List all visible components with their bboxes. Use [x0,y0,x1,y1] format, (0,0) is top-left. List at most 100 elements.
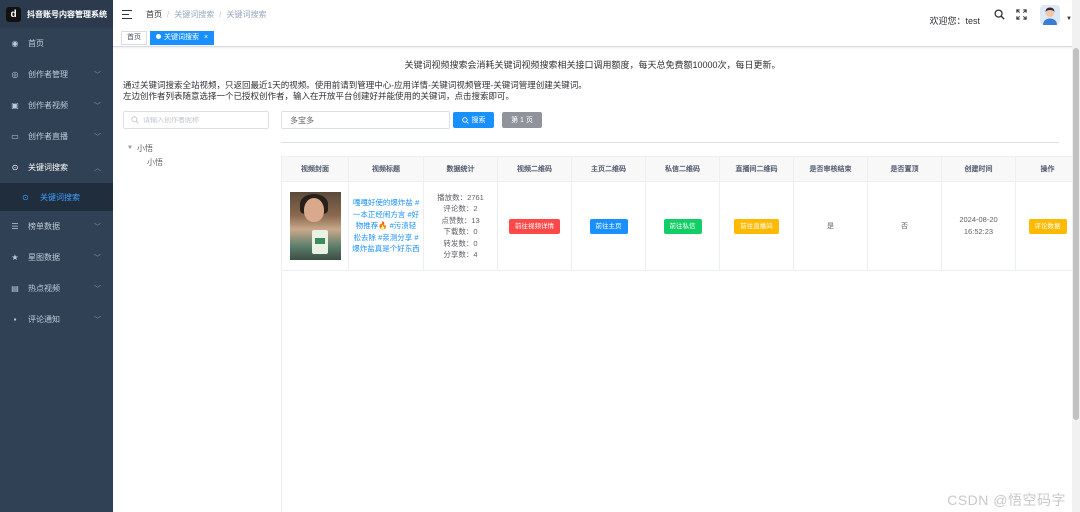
column-header: 数据统计 [423,156,498,182]
column-header: 是否置顶 [867,156,942,182]
breadcrumb-separator: / [219,10,222,19]
share-count: 分享数：4 [443,250,478,259]
chevron-down-icon: ﹀ [94,102,101,110]
live-room-button[interactable]: 前往直播间 [734,218,779,234]
sidebar-item-label: 创作者视频 [28,101,68,110]
play-count: 播放数：2761 [437,192,484,202]
forward-count: 转发数：0 [443,238,478,248]
video-detail-button[interactable]: 前往视频详情 [509,218,560,234]
sidebar-subitem-keyword-search[interactable]: ⊙ 关键词搜索 [0,183,113,211]
keyword-input[interactable] [281,111,450,129]
author-search-field[interactable] [123,111,269,129]
main-content: 关键词视频搜索会消耗关键词视频搜索相关接口调用额度，每天总免费额10000次，每… [113,47,1080,512]
column-header: 主页二维码 [571,156,646,182]
app-title: 抖音账号内容管理系统 [27,9,107,19]
comment-data-button[interactable]: 评论数据 [1028,218,1067,234]
sidebar-item-label: 关键词搜索 [28,163,68,172]
chevron-down-icon: ﹀ [94,223,101,231]
chevron-up-icon: ︿ [94,164,101,172]
created-time-cell: 2024-08-20 16:52:23 [941,181,1016,271]
sidebar-item[interactable]: ★ 星图数据 ﹀ [0,242,113,273]
video-title-link[interactable]: 嘎嘎好使的爆炸盐 #一本正经闹方言 #好物推荐🔥 #污渍轻松去除 #亲测分享 #… [349,197,423,255]
tag-label: 首页 [127,33,141,41]
breadcrumb-separator: / [167,10,170,19]
tree-node-child[interactable]: 小悟 [127,155,163,169]
column-header: 视频二维码 [497,156,572,182]
video-cover-image[interactable] [289,192,341,260]
sidebar-item-label: 评论通知 [28,315,60,324]
column-header: 视频标题 [348,156,424,182]
created-time: 2024-08-20 16:52:23 [959,215,998,236]
sidebar-item-label: 热点视频 [28,284,60,293]
sidebar-item[interactable]: ▤ 热点视频 ﹀ [0,273,113,304]
sidebar-item[interactable]: ▣ 创作者视频 ﹀ [0,90,113,121]
fire-icon: ▤ [11,284,19,293]
chevron-down-icon: ﹀ [94,254,101,262]
table-header-row: 视频封面 视频标题 数据统计 视频二维码 主页二维码 私信二维码 直播间二维码 … [281,156,1080,182]
author-search-input[interactable] [143,116,263,124]
sidebar-item[interactable]: ⊙ 关键词搜索 ︿ [0,152,113,183]
search-icon: ⊙ [11,163,19,172]
home-page-button[interactable]: 前往主页 [589,218,628,234]
sidebar-item[interactable]: ☰ 榜单数据 ﹀ [0,211,113,242]
close-icon[interactable]: × [204,34,208,41]
instructions-line-2: 左边创作者列表随意选择一个已授权创作者，输入在开放平台创建好并能使用的关键词，点… [123,91,515,101]
list-icon: ☰ [11,222,19,231]
page-button[interactable]: 第 1 页 [502,112,542,128]
sidebar-subitem-label: 关键词搜索 [40,192,80,202]
breadcrumb-home[interactable]: 首页 [146,9,162,20]
tree-node-root[interactable]: ▼ 小悟 [127,141,163,155]
sidebar-item-label: 创作者直播 [28,132,68,141]
column-header: 是否审核结束 [793,156,868,182]
tiktok-logo-icon: d [6,6,21,22]
search-icon[interactable] [992,8,1006,22]
welcome-text: 欢迎您：test [929,16,981,26]
brand[interactable]: d 抖音账号内容管理系统 [0,0,113,28]
download-count: 下载数：0 [443,227,478,236]
navbar: 首页 / 关键词搜索 / 关键词搜索 欢迎您：test ▼ [113,0,1072,29]
avatar[interactable] [1040,4,1061,25]
chevron-down-icon: ﹀ [94,71,101,79]
tag-keyword-search[interactable]: 关键词搜索 × [150,30,215,45]
video-icon: ▣ [11,101,19,110]
action-cell: 评论数据 [1015,181,1080,271]
sidebar-menu: ◉ 首页 ◎ 创作者管理 ﹀ ▣ 创作者视频 ﹀ ▭ 创作者直播 ﹀ ⊙ 关键词搜索 ︿ ⊙ 关键词搜索 ☰ 榜单… [0,28,113,335]
scrollbar[interactable] [1072,0,1080,512]
sidebar-item[interactable]: ◎ 创作者管理 ﹀ [0,59,113,90]
home-qr-cell: 前往主页 [571,181,646,271]
stats-cell: 播放数：2761 评论数：2 点赞数：13 下载数：0 转发数：0 分享数：4 [423,181,498,271]
active-dot-icon [156,33,161,39]
review-status-cell: 是 [793,181,868,271]
video-qr-cell: 前往视频详情 [497,181,572,271]
monitor-icon: ▭ [11,132,19,141]
search-icon: ⊙ [22,192,29,202]
search-icon [131,116,139,124]
live-qr-cell: 前往直播间 [719,181,794,271]
tags-view: 首页 关键词搜索 × [113,29,1072,47]
table-empty-area [281,270,1080,512]
watermark: CSDN @悟空码字 [947,492,1066,508]
breadcrumb-item: 关键词搜索 [174,10,215,19]
quota-notice: 关键词视频搜索会消耗关键词视频搜索相关接口调用额度，每天总免费额10000次，每… [404,60,781,70]
scrollbar-thumb[interactable] [1073,48,1079,420]
search-button[interactable]: 搜索 [453,112,494,128]
hamburger-icon[interactable] [122,9,134,20]
column-header: 创建时间 [941,156,1016,182]
instructions-line-1: 通过关键词搜索全站视频，只返回最近1天的视频。使用前请到管理中心-应用详情-关键… [123,80,587,90]
caret-down-icon[interactable]: ▼ [127,145,133,151]
search-button-label: 搜索 [471,117,486,124]
title-cell: 嘎嘎好使的爆炸盐 #一本正经闹方言 #好物推荐🔥 #污渍轻松去除 #亲测分享 #… [348,181,424,271]
sidebar-item[interactable]: ◉ 首页 [0,28,113,59]
comment-icon: ▪ [13,315,17,324]
fullscreen-icon[interactable] [1014,8,1028,22]
comment-count: 评论数：2 [443,204,478,213]
tree-node-label: 小悟 [137,143,153,153]
column-header: 操作 [1015,156,1080,182]
chevron-down-icon: ﹀ [94,316,101,324]
chevron-down-icon: ﹀ [94,133,101,141]
tag-home[interactable]: 首页 [121,30,147,45]
sidebar-item[interactable]: ▪ 评论通知 ﹀ [0,304,113,335]
direct-message-button[interactable]: 前往私信 [663,218,702,234]
sidebar-item[interactable]: ▭ 创作者直播 ﹀ [0,121,113,152]
video-stats: 播放数：2761 评论数：2 点赞数：13 下载数：0 转发数：0 分享数：4 [424,192,497,261]
